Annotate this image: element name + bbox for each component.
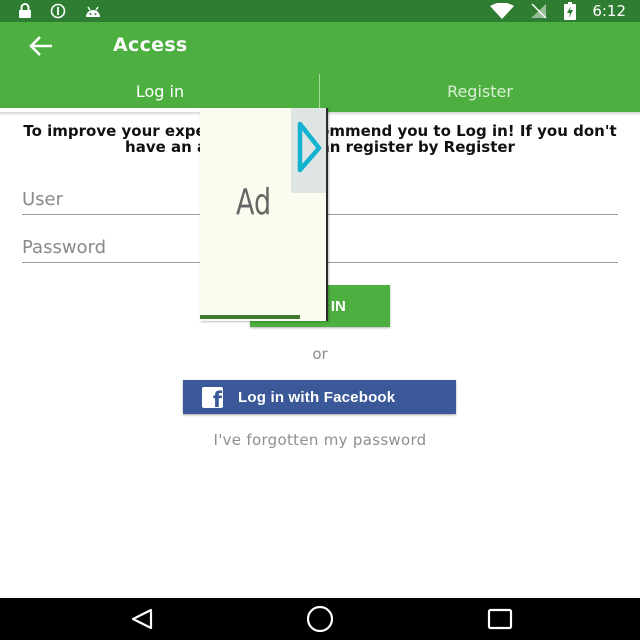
page-title: Access [113, 34, 188, 56]
navigation-bar [0, 598, 640, 640]
ad-right-border [326, 108, 328, 321]
back-button[interactable] [28, 34, 60, 58]
recents-square-icon [487, 608, 513, 630]
ad-play-icon [297, 121, 322, 173]
tab-log-in[interactable]: Log in [0, 70, 320, 112]
arrow-left-icon [29, 36, 52, 56]
home-circle-icon [306, 605, 334, 633]
tab-bar: Log in Register [0, 70, 640, 112]
facebook-login-button[interactable]: f Log in with Facebook [183, 380, 456, 414]
nav-home-button[interactable] [305, 605, 335, 633]
status-bar: 6:12 [0, 0, 640, 22]
android-icon [86, 6, 100, 17]
ad-banner[interactable]: Ad [200, 108, 328, 321]
or-separator: or [312, 345, 328, 363]
status-right-icons: 6:12 [490, 0, 626, 22]
back-triangle-icon [131, 608, 153, 630]
no-signal-icon [531, 3, 547, 19]
status-left-icons [18, 3, 102, 19]
facebook-button-label: Log in with Facebook [238, 388, 396, 406]
info-icon [50, 3, 66, 19]
nav-recents-button[interactable] [485, 605, 515, 633]
forgot-password-link[interactable]: I've forgotten my password [0, 431, 640, 449]
facebook-icon: f [202, 386, 223, 408]
wifi-icon [490, 3, 515, 19]
tab-register[interactable]: Register [320, 70, 640, 112]
battery-charging-icon [564, 2, 577, 20]
ad-bottom-line [200, 315, 300, 319]
ad-label: Ad [236, 182, 272, 223]
status-time: 6:12 [592, 2, 626, 20]
ad-icon-strip [291, 108, 326, 193]
app-bar: Access [0, 22, 640, 70]
lock-icon [19, 3, 31, 18]
nav-back-button[interactable] [127, 605, 157, 633]
